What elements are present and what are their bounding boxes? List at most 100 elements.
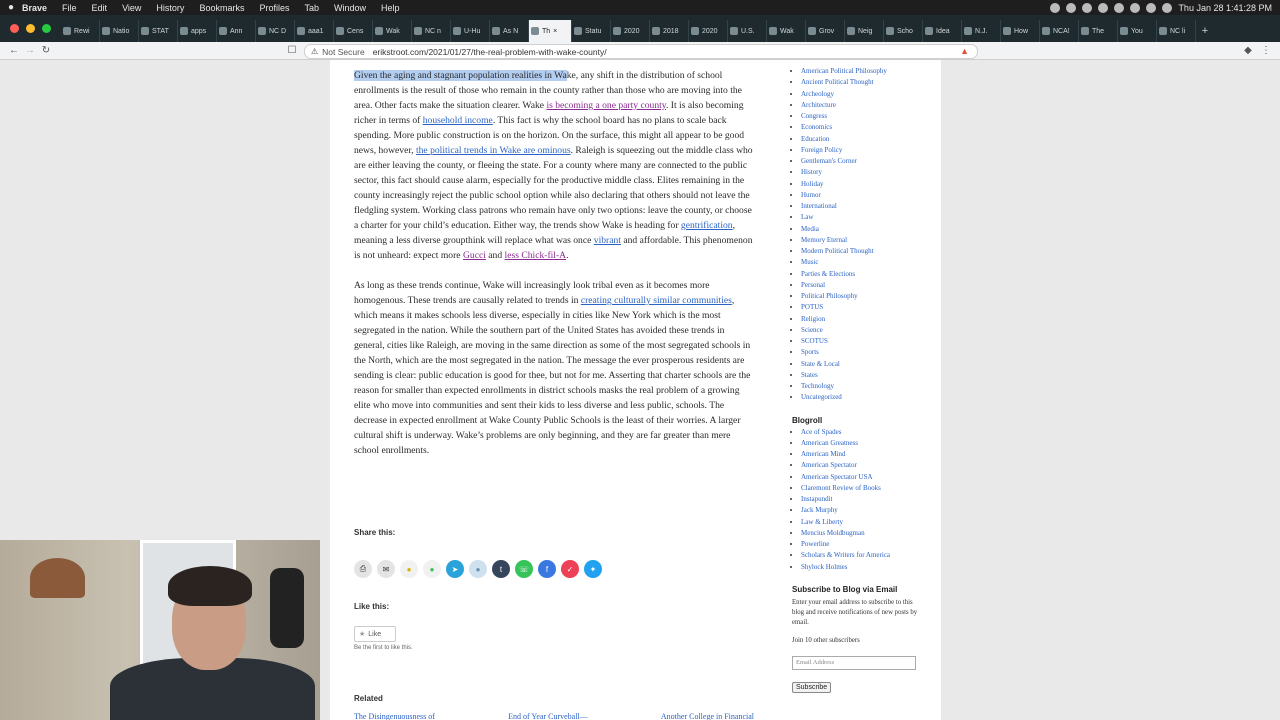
brave-shield-icon[interactable]: ▲ bbox=[960, 46, 969, 56]
status-icon[interactable] bbox=[1066, 2, 1077, 13]
browser-tab[interactable]: The bbox=[1079, 20, 1118, 42]
menu-profiles[interactable]: Profiles bbox=[259, 3, 289, 13]
category-link[interactable]: American Political Philosophy bbox=[801, 66, 932, 77]
browser-tab[interactable]: Grov bbox=[806, 20, 845, 42]
wifi-icon[interactable] bbox=[1114, 2, 1125, 13]
telegram-icon[interactable]: ➤ bbox=[446, 560, 464, 578]
blogroll-link[interactable]: Scholars & Writers for America bbox=[801, 550, 932, 561]
browser-tab[interactable]: Scho bbox=[884, 20, 923, 42]
category-link[interactable]: Parties & Elections bbox=[801, 269, 932, 280]
chat-icon[interactable]: ● bbox=[423, 560, 441, 578]
category-link[interactable]: States bbox=[801, 370, 932, 381]
blogroll-link[interactable]: Ace of Spades bbox=[801, 427, 932, 438]
browser-tab[interactable]: Wak bbox=[767, 20, 806, 42]
browser-tab[interactable]: How bbox=[1001, 20, 1040, 42]
browser-tab[interactable]: Neig bbox=[845, 20, 884, 42]
browser-tab[interactable]: NC n bbox=[412, 20, 451, 42]
back-icon[interactable]: ← bbox=[6, 45, 22, 56]
blogroll-link[interactable]: Mencius Moldbugman bbox=[801, 528, 932, 539]
browser-tab[interactable]: Statu bbox=[572, 20, 611, 42]
new-tab-icon[interactable]: + bbox=[1196, 25, 1214, 42]
related-post-link[interactable]: End of Year Curveball— bbox=[508, 712, 588, 720]
browser-tab[interactable]: U.S. bbox=[728, 20, 767, 42]
category-link[interactable]: Archeology bbox=[801, 89, 932, 100]
browser-tab[interactable]: apps bbox=[178, 20, 217, 42]
minimize-window-icon[interactable] bbox=[26, 24, 35, 33]
menu-help[interactable]: Help bbox=[381, 3, 400, 13]
link-vibrant[interactable]: vibrant bbox=[594, 235, 621, 246]
close-window-icon[interactable] bbox=[10, 24, 19, 33]
blogroll-link[interactable]: Powerline bbox=[801, 539, 932, 550]
status-icon[interactable] bbox=[1082, 2, 1093, 13]
browser-tab[interactable]: 2018 bbox=[650, 20, 689, 42]
bulb-icon[interactable]: ● bbox=[400, 560, 418, 578]
menu-bookmarks[interactable]: Bookmarks bbox=[199, 3, 244, 13]
print-icon[interactable]: ⎙ bbox=[354, 560, 372, 578]
menu-app-name[interactable]: Brave bbox=[22, 3, 47, 13]
status-icon[interactable] bbox=[1098, 2, 1109, 13]
browser-tab[interactable]: aaa1 bbox=[295, 20, 334, 42]
zoom-window-icon[interactable] bbox=[42, 24, 51, 33]
menu-window[interactable]: Window bbox=[334, 3, 366, 13]
category-link[interactable]: Holiday bbox=[801, 179, 932, 190]
tumblr-icon[interactable]: t bbox=[492, 560, 510, 578]
related-post-link[interactable]: Another College in Financial bbox=[661, 712, 754, 720]
blogroll-link[interactable]: Instapundit bbox=[801, 494, 932, 505]
blogroll-link[interactable]: Jack Murphy bbox=[801, 505, 932, 516]
category-link[interactable]: Education bbox=[801, 134, 932, 145]
browser-tab[interactable]: Ann bbox=[217, 20, 256, 42]
category-link[interactable]: Law bbox=[801, 212, 932, 223]
category-link[interactable]: Foreign Policy bbox=[801, 145, 932, 156]
pocket-icon[interactable]: ✓ bbox=[561, 560, 579, 578]
battery-icon[interactable] bbox=[1146, 2, 1157, 13]
category-link[interactable]: POTUS bbox=[801, 302, 932, 313]
browser-tab[interactable]: Cens bbox=[334, 20, 373, 42]
blogroll-link[interactable]: American Mind bbox=[801, 449, 932, 460]
category-link[interactable]: Congress bbox=[801, 111, 932, 122]
browser-tab[interactable]: N.J. bbox=[962, 20, 1001, 42]
category-link[interactable]: Memory Eternal bbox=[801, 235, 932, 246]
menu-file[interactable]: File bbox=[62, 3, 77, 13]
search-icon[interactable] bbox=[1162, 2, 1173, 13]
category-link[interactable]: Ancient Political Thought bbox=[801, 77, 932, 88]
link-political-trends[interactable]: the political trends in Wake are ominous bbox=[416, 145, 571, 156]
category-link[interactable]: Economics bbox=[801, 122, 932, 133]
blogroll-link[interactable]: Law & Liberty bbox=[801, 517, 932, 528]
browser-tab[interactable]: 2020 bbox=[611, 20, 650, 42]
category-link[interactable]: Technology bbox=[801, 381, 932, 392]
extensions-icon[interactable]: ◆ bbox=[1240, 45, 1256, 56]
category-link[interactable]: History bbox=[801, 167, 932, 178]
email-icon[interactable]: ✉ bbox=[377, 560, 395, 578]
browser-tab[interactable]: Rewi bbox=[61, 20, 100, 42]
blogroll-link[interactable]: Claremont Review of Books bbox=[801, 483, 932, 494]
category-link[interactable]: Sports bbox=[801, 347, 932, 358]
link-chick-fil-a[interactable]: less Chick-fil-A bbox=[505, 250, 567, 261]
twitter-icon[interactable]: ✦ bbox=[584, 560, 602, 578]
category-link[interactable]: Media bbox=[801, 224, 932, 235]
address-bar[interactable]: ⚠ Not Secure erikstroot.com/2021/01/27/t… bbox=[304, 44, 978, 59]
url-text[interactable]: erikstroot.com/2021/01/27/the-real-probl… bbox=[373, 47, 607, 57]
menu-history[interactable]: History bbox=[156, 3, 184, 13]
facebook-icon[interactable]: f bbox=[538, 560, 556, 578]
email-input[interactable]: Email Address bbox=[792, 655, 916, 670]
browser-tab[interactable]: U-Hu bbox=[451, 20, 490, 42]
browser-tab[interactable]: Natio bbox=[100, 20, 139, 42]
browser-tab[interactable]: NCA! bbox=[1040, 20, 1079, 42]
browser-tab[interactable]: 2020 bbox=[689, 20, 728, 42]
link-gucci[interactable]: Gucci bbox=[463, 250, 486, 261]
category-link[interactable]: Modern Political Thought bbox=[801, 246, 932, 257]
bookmark-icon[interactable]: ☐ bbox=[284, 45, 300, 56]
browser-tab[interactable]: STAT bbox=[139, 20, 178, 42]
apple-icon[interactable]: ● bbox=[0, 2, 22, 13]
category-link[interactable]: Political Philosophy bbox=[801, 291, 932, 302]
category-link[interactable]: Architecture bbox=[801, 100, 932, 111]
related-post-link[interactable]: The Disingenuousness of bbox=[354, 712, 435, 720]
category-link[interactable]: Uncategorized bbox=[801, 392, 932, 403]
link-one-party-county[interactable]: is becoming a one party county bbox=[546, 100, 666, 111]
reddit-icon[interactable]: ● bbox=[469, 560, 487, 578]
menu-icon[interactable]: ⋮ bbox=[1258, 45, 1274, 56]
menu-tab[interactable]: Tab bbox=[304, 3, 319, 13]
link-culturally-similar[interactable]: creating culturally similar communities bbox=[581, 295, 732, 306]
menu-clock[interactable]: Thu Jan 28 1:41:28 PM bbox=[1178, 3, 1272, 13]
category-link[interactable]: Science bbox=[801, 325, 932, 336]
